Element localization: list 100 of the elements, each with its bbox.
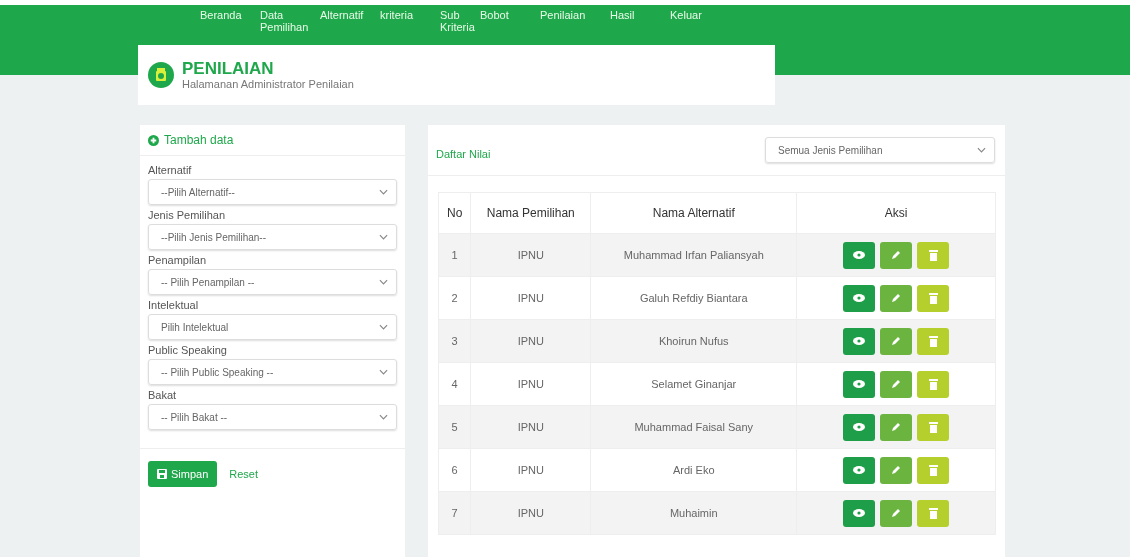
- save-icon: [157, 469, 167, 479]
- chevron-icon: [379, 324, 388, 330]
- select-field[interactable]: --Pilih Jenis Pemilihan--: [148, 224, 397, 250]
- edit-button[interactable]: [880, 327, 913, 355]
- table-cell: Selamet Ginanjar: [590, 362, 797, 406]
- delete-button[interactable]: [917, 327, 950, 355]
- edit-button[interactable]: [880, 413, 913, 441]
- edit-button[interactable]: [880, 284, 913, 312]
- trash-icon: [928, 378, 938, 390]
- table-cell: 7: [438, 491, 471, 535]
- table-cell: 2: [438, 276, 471, 320]
- view-button[interactable]: [843, 499, 876, 527]
- column-header: Nama Alternatif: [590, 192, 797, 234]
- plus-circle-icon: [148, 134, 159, 146]
- trash-icon: [928, 335, 938, 347]
- delete-button[interactable]: [917, 370, 950, 398]
- table-cell: IPNU: [470, 405, 591, 449]
- table-cell: IPNU: [470, 233, 591, 277]
- select-field[interactable]: Pilih Intelektual: [148, 314, 397, 340]
- pencil-icon: [891, 422, 902, 432]
- edit-button[interactable]: [880, 456, 913, 484]
- view-button[interactable]: [843, 413, 876, 441]
- column-header: Nama Pemilihan: [470, 192, 591, 234]
- edit-button[interactable]: [880, 241, 913, 269]
- nav-link[interactable]: Alternatif: [320, 9, 380, 21]
- reset-link[interactable]: Reset: [229, 468, 259, 480]
- nav-link[interactable]: Beranda: [200, 9, 260, 21]
- table-cell: 5: [438, 405, 471, 449]
- table-cell: IPNU: [470, 362, 591, 406]
- eye-icon: [853, 466, 866, 474]
- select-field[interactable]: -- Pilih Bakat --: [148, 404, 397, 430]
- table-cell: Khoirun Nufus: [590, 319, 797, 363]
- table-cell: Muhammad Irfan Paliansyah: [590, 233, 797, 277]
- eye-icon: [853, 337, 866, 345]
- select-field[interactable]: -- Pilih Public Speaking --: [148, 359, 397, 385]
- page-subtitle: Halamanan Administrator Penilaian: [182, 78, 354, 90]
- field-label: Penampilan: [148, 254, 208, 266]
- delete-button[interactable]: [917, 284, 950, 312]
- trash-icon: [928, 464, 938, 476]
- table-cell: Galuh Refdiy Biantara: [590, 276, 797, 320]
- table-cell: Ardi Eko: [590, 448, 797, 492]
- nav-link[interactable]: Bobot: [480, 9, 540, 21]
- table-cell: IPNU: [470, 319, 591, 363]
- edit-button[interactable]: [880, 370, 913, 398]
- nav-link[interactable]: Sub Kriteria: [440, 9, 480, 33]
- trash-icon: [928, 292, 938, 304]
- pencil-icon: [891, 465, 902, 475]
- chevron-icon: [379, 234, 388, 240]
- eye-icon: [853, 380, 866, 388]
- table-cell: IPNU: [470, 491, 591, 535]
- nav-link[interactable]: Penilaian: [540, 9, 610, 21]
- trash-icon: [928, 249, 938, 261]
- nav-link[interactable]: Hasil: [610, 9, 670, 21]
- pencil-icon: [891, 336, 902, 346]
- trash-icon: [928, 421, 938, 433]
- view-button[interactable]: [843, 456, 876, 484]
- view-button[interactable]: [843, 241, 876, 269]
- table-cell: IPNU: [470, 276, 591, 320]
- nav-link[interactable]: Data Pemilihan: [260, 9, 320, 33]
- table-cell: 3: [438, 319, 471, 363]
- field-label: Intelektual: [148, 299, 200, 311]
- pencil-icon: [891, 379, 902, 389]
- eye-icon: [853, 509, 866, 517]
- delete-button[interactable]: [917, 413, 950, 441]
- form-title: Tambah data: [164, 133, 234, 147]
- column-header: Aksi: [796, 192, 996, 234]
- chevron-icon: [379, 279, 388, 285]
- column-header: No: [438, 192, 471, 234]
- chevron-icon: [379, 414, 388, 420]
- filter-select[interactable]: Semua Jenis Pemilihan: [765, 137, 995, 163]
- eye-icon: [853, 294, 866, 302]
- chevron-icon: [379, 189, 388, 195]
- view-button[interactable]: [843, 284, 876, 312]
- scale-icon: [148, 62, 174, 88]
- delete-button[interactable]: [917, 456, 950, 484]
- table-cell: 1: [438, 233, 471, 277]
- chevron-icon: [379, 369, 388, 375]
- eye-icon: [853, 423, 866, 431]
- table-cell: 4: [438, 362, 471, 406]
- list-title: Daftar Nilai: [436, 148, 491, 160]
- delete-button[interactable]: [917, 499, 950, 527]
- delete-button[interactable]: [917, 241, 950, 269]
- table-cell: 6: [438, 448, 471, 492]
- nav-link[interactable]: kriteria: [380, 9, 440, 21]
- nav-link[interactable]: Keluar: [670, 9, 730, 21]
- edit-button[interactable]: [880, 499, 913, 527]
- view-button[interactable]: [843, 327, 876, 355]
- field-label: Jenis Pemilihan: [148, 209, 227, 221]
- save-button[interactable]: Simpan: [148, 461, 218, 487]
- pencil-icon: [891, 293, 902, 303]
- trash-icon: [928, 507, 938, 519]
- select-field[interactable]: -- Pilih Penampilan --: [148, 269, 397, 295]
- field-label: Public Speaking: [148, 344, 228, 356]
- select-field[interactable]: --Pilih Alternatif--: [148, 179, 397, 205]
- chevron-icon: [977, 147, 986, 153]
- table-cell: Muhammad Faisal Sany: [590, 405, 797, 449]
- field-label: Alternatif: [148, 164, 193, 176]
- view-button[interactable]: [843, 370, 876, 398]
- pencil-icon: [891, 508, 902, 518]
- pencil-icon: [891, 250, 902, 260]
